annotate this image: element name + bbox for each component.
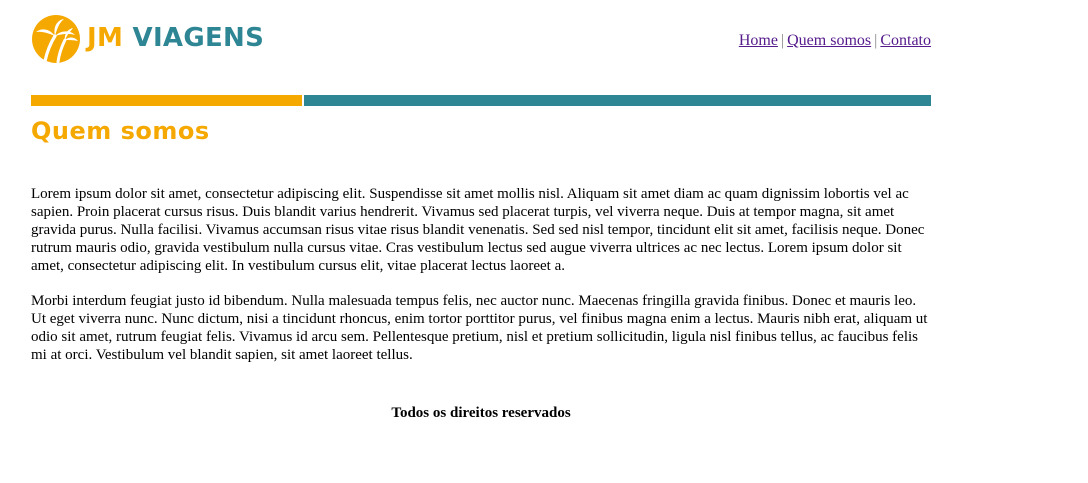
divider-orange-segment xyxy=(31,95,302,106)
top-nav: Home | Quem somos | Contato xyxy=(739,32,931,50)
main-content: Lorem ipsum dolor sit amet, consectetur … xyxy=(31,185,931,381)
content-paragraph: Lorem ipsum dolor sit amet, consectetur … xyxy=(31,186,925,274)
nav-link-about[interactable]: Quem somos xyxy=(787,32,871,49)
site-logo[interactable]: JM VIAGENS xyxy=(31,14,264,64)
content-paragraph: Morbi interdum feugiat justo id bibendum… xyxy=(31,293,928,363)
nav-link-contact[interactable]: Contato xyxy=(880,32,931,49)
header-divider-stripe xyxy=(31,95,931,106)
page-title: Quem somos xyxy=(31,117,210,145)
palm-tree-sun-icon xyxy=(32,15,80,64)
logo-text-viagens: VIAGENS xyxy=(132,23,265,53)
logo-wordmark: JM VIAGENS xyxy=(87,23,264,53)
nav-link-home[interactable]: Home xyxy=(739,32,778,49)
footer-copyright: Todos os direitos reservados xyxy=(391,405,571,421)
logo-text-jm: JM xyxy=(87,23,124,53)
nav-separator: | xyxy=(780,32,785,49)
divider-teal-segment xyxy=(304,95,931,106)
nav-separator: | xyxy=(874,32,878,49)
